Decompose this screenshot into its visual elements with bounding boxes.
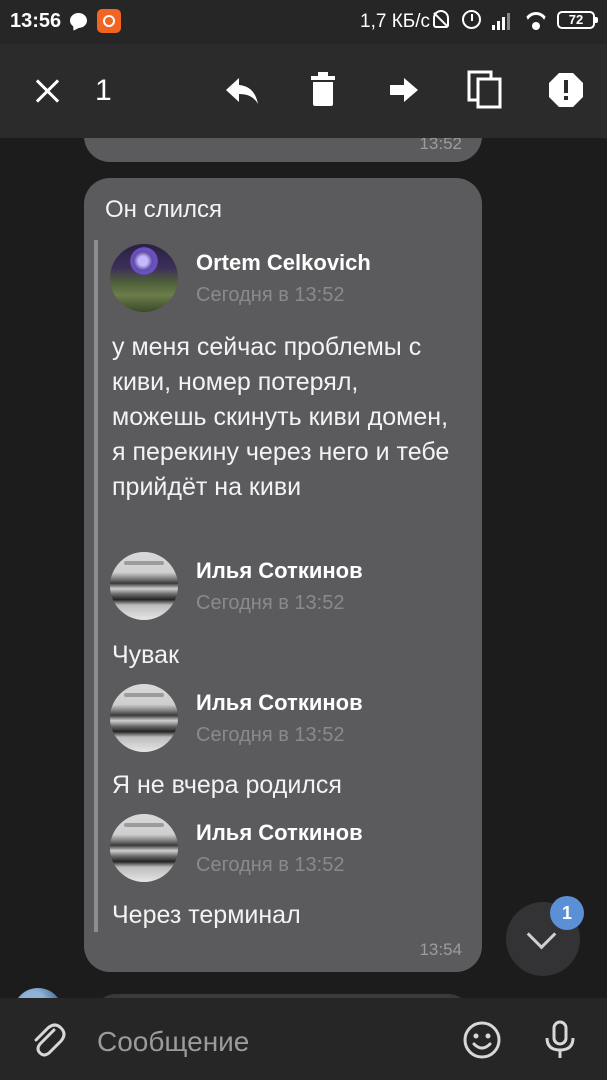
author-name[interactable]: Илья Соткинов (196, 558, 363, 584)
message-input-bar: Сообщение (0, 998, 607, 1080)
unread-badge: 1 (550, 896, 584, 930)
chevron-down-icon (526, 919, 557, 950)
forwarded-text: Чувак (112, 641, 180, 669)
selection-action-bar: 1 (0, 44, 607, 138)
author-name[interactable]: Илья Соткинов (196, 820, 363, 846)
microphone-icon[interactable] (540, 1020, 580, 1060)
author-name[interactable]: Илья Соткинов (196, 690, 363, 716)
message-date: Сегодня в 13:52 (196, 592, 345, 614)
clock: 13:56 (10, 10, 62, 32)
mute-bell-icon (433, 10, 449, 28)
scroll-to-bottom-button[interactable]: 1 (506, 896, 584, 976)
app-notification-icon (97, 9, 121, 33)
attach-icon[interactable] (28, 1020, 68, 1060)
forwarded-text: Я не вчера родился (112, 771, 342, 799)
message-notification-icon (70, 13, 87, 28)
message-input[interactable]: Сообщение (97, 1026, 249, 1058)
forward-quote-line (94, 240, 98, 932)
battery-icon: 72 (557, 11, 598, 29)
message-date: Сегодня в 13:52 (196, 854, 345, 876)
message-date: Сегодня в 13:52 (196, 724, 345, 746)
chat-screen: 13:52 Он слился Ortem Celkovich Сегодня … (0, 0, 607, 1080)
avatar[interactable] (110, 684, 178, 752)
avatar[interactable] (110, 814, 178, 882)
message-time: 13:54 (419, 940, 462, 959)
avatar[interactable] (110, 244, 178, 312)
delete-icon[interactable] (303, 70, 343, 110)
report-icon[interactable] (546, 70, 586, 110)
alarm-icon (462, 10, 481, 29)
close-icon[interactable] (28, 72, 66, 110)
selected-count: 1 (95, 74, 112, 107)
avatar[interactable] (110, 552, 178, 620)
wifi-icon (524, 10, 548, 30)
forwarded-text: Через терминал (112, 901, 301, 929)
reply-icon[interactable] (222, 70, 262, 110)
forward-icon[interactable] (384, 70, 424, 110)
copy-icon[interactable] (466, 70, 506, 110)
network-speed: 1,7 КБ/с (360, 11, 431, 32)
status-bar: 13:56 1,7 КБ/с 72 (0, 0, 607, 44)
forwarded-text: у меня сейчас проблемы с киви, номер пот… (112, 333, 450, 501)
emoji-icon[interactable] (462, 1020, 502, 1060)
message-caption: Он слился (105, 196, 222, 223)
selected-message-bubble[interactable]: Он слился Ortem Celkovich Сегодня в 13:5… (84, 178, 482, 972)
signal-icon (492, 10, 514, 30)
author-name[interactable]: Ortem Celkovich (196, 250, 371, 276)
message-date: Сегодня в 13:52 (196, 284, 345, 306)
